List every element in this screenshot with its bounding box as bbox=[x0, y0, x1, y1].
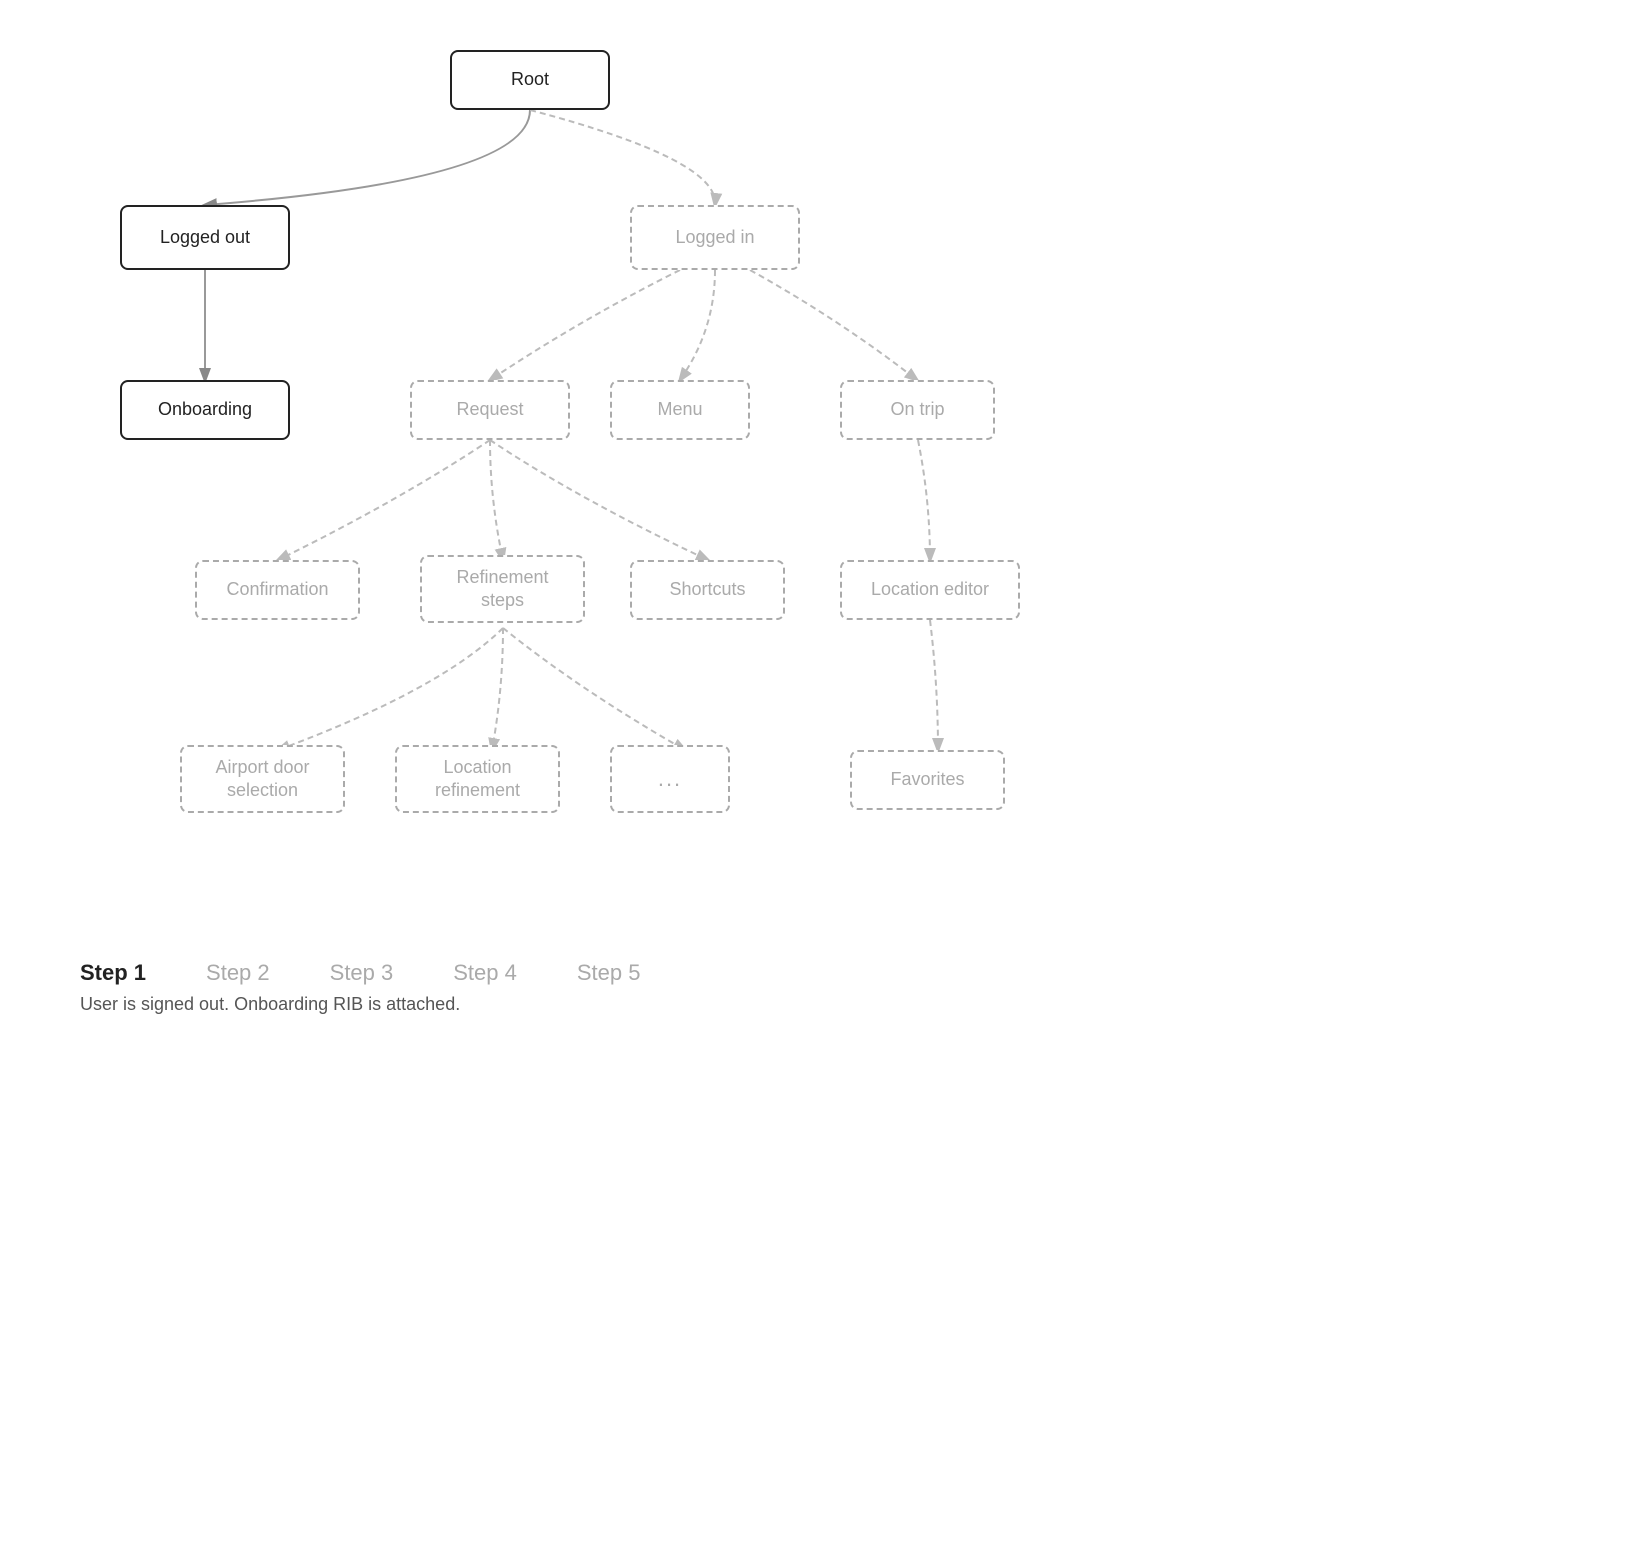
description-text: User is signed out. Onboarding RIB is at… bbox=[20, 994, 1080, 1015]
node-airport-door-label: Airport door selection bbox=[215, 756, 309, 803]
node-shortcuts: Shortcuts bbox=[630, 560, 785, 620]
step-4-label: Step 4 bbox=[453, 960, 517, 986]
node-root-label: Root bbox=[511, 68, 549, 91]
node-ellipsis-label: ... bbox=[658, 765, 682, 794]
node-onboarding-label: Onboarding bbox=[158, 398, 252, 421]
node-location-editor: Location editor bbox=[840, 560, 1020, 620]
node-logged-out-label: Logged out bbox=[160, 226, 250, 249]
node-onboarding: Onboarding bbox=[120, 380, 290, 440]
node-airport-door: Airport door selection bbox=[180, 745, 345, 813]
node-root: Root bbox=[450, 50, 610, 110]
node-logged-in: Logged in bbox=[630, 205, 800, 270]
node-menu-label: Menu bbox=[657, 398, 702, 421]
steps-row: Step 1 Step 2 Step 3 Step 4 Step 5 bbox=[20, 960, 1080, 986]
node-favorites: Favorites bbox=[850, 750, 1005, 810]
node-location-refinement: Location refinement bbox=[395, 745, 560, 813]
step-2-label: Step 2 bbox=[206, 960, 270, 986]
node-on-trip-label: On trip bbox=[890, 398, 944, 421]
node-menu: Menu bbox=[610, 380, 750, 440]
node-location-editor-label: Location editor bbox=[871, 578, 989, 601]
node-ellipsis: ... bbox=[610, 745, 730, 813]
step-3-label: Step 3 bbox=[330, 960, 394, 986]
node-refinement-steps: Refinement steps bbox=[420, 555, 585, 623]
node-logged-out: Logged out bbox=[120, 205, 290, 270]
node-location-refinement-label: Location refinement bbox=[435, 756, 520, 803]
node-favorites-label: Favorites bbox=[890, 768, 964, 791]
node-on-trip: On trip bbox=[840, 380, 995, 440]
node-request: Request bbox=[410, 380, 570, 440]
node-logged-in-label: Logged in bbox=[675, 226, 754, 249]
node-refinement-steps-label: Refinement steps bbox=[456, 566, 548, 613]
node-request-label: Request bbox=[456, 398, 523, 421]
step-1-label: Step 1 bbox=[80, 960, 146, 986]
diagram-container: Root Logged out Logged in Onboarding Req… bbox=[20, 20, 1080, 940]
step-5-label: Step 5 bbox=[577, 960, 641, 986]
node-confirmation: Confirmation bbox=[195, 560, 360, 620]
node-shortcuts-label: Shortcuts bbox=[669, 578, 745, 601]
node-confirmation-label: Confirmation bbox=[226, 578, 328, 601]
